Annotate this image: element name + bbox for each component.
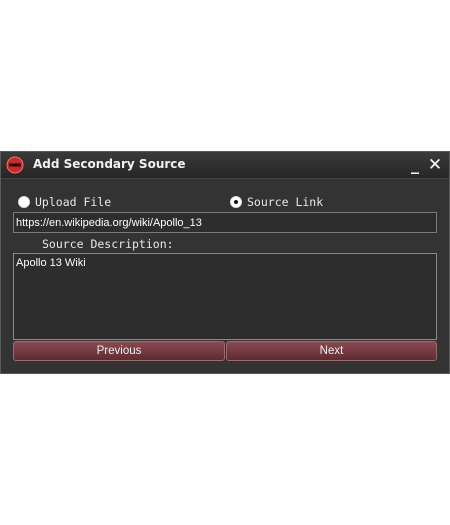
- source-description-label: Source Description:: [42, 237, 174, 251]
- radio-upload-file[interactable]: Upload File: [18, 194, 111, 210]
- radio-source-link-label: Source Link: [247, 195, 324, 209]
- close-button[interactable]: ✕: [425, 154, 445, 176]
- app-logo-icon: [6, 156, 24, 174]
- source-description-textarea[interactable]: Apollo 13 Wiki: [13, 253, 437, 340]
- next-button[interactable]: Next: [226, 341, 437, 361]
- radio-source-link[interactable]: Source Link: [230, 194, 323, 210]
- add-secondary-source-dialog: Add Secondary Source _ ✕ Upload File Sou…: [0, 151, 450, 374]
- minimize-button[interactable]: _: [405, 154, 425, 176]
- radio-upload-file-label: Upload File: [35, 195, 112, 209]
- title-bar[interactable]: Add Secondary Source _ ✕: [1, 152, 449, 179]
- radio-button-selected-icon[interactable]: [230, 196, 242, 208]
- source-url-input[interactable]: [13, 212, 437, 233]
- previous-button[interactable]: Previous: [13, 341, 225, 361]
- dialog-title: Add Secondary Source: [33, 157, 186, 171]
- radio-button-icon[interactable]: [18, 196, 30, 208]
